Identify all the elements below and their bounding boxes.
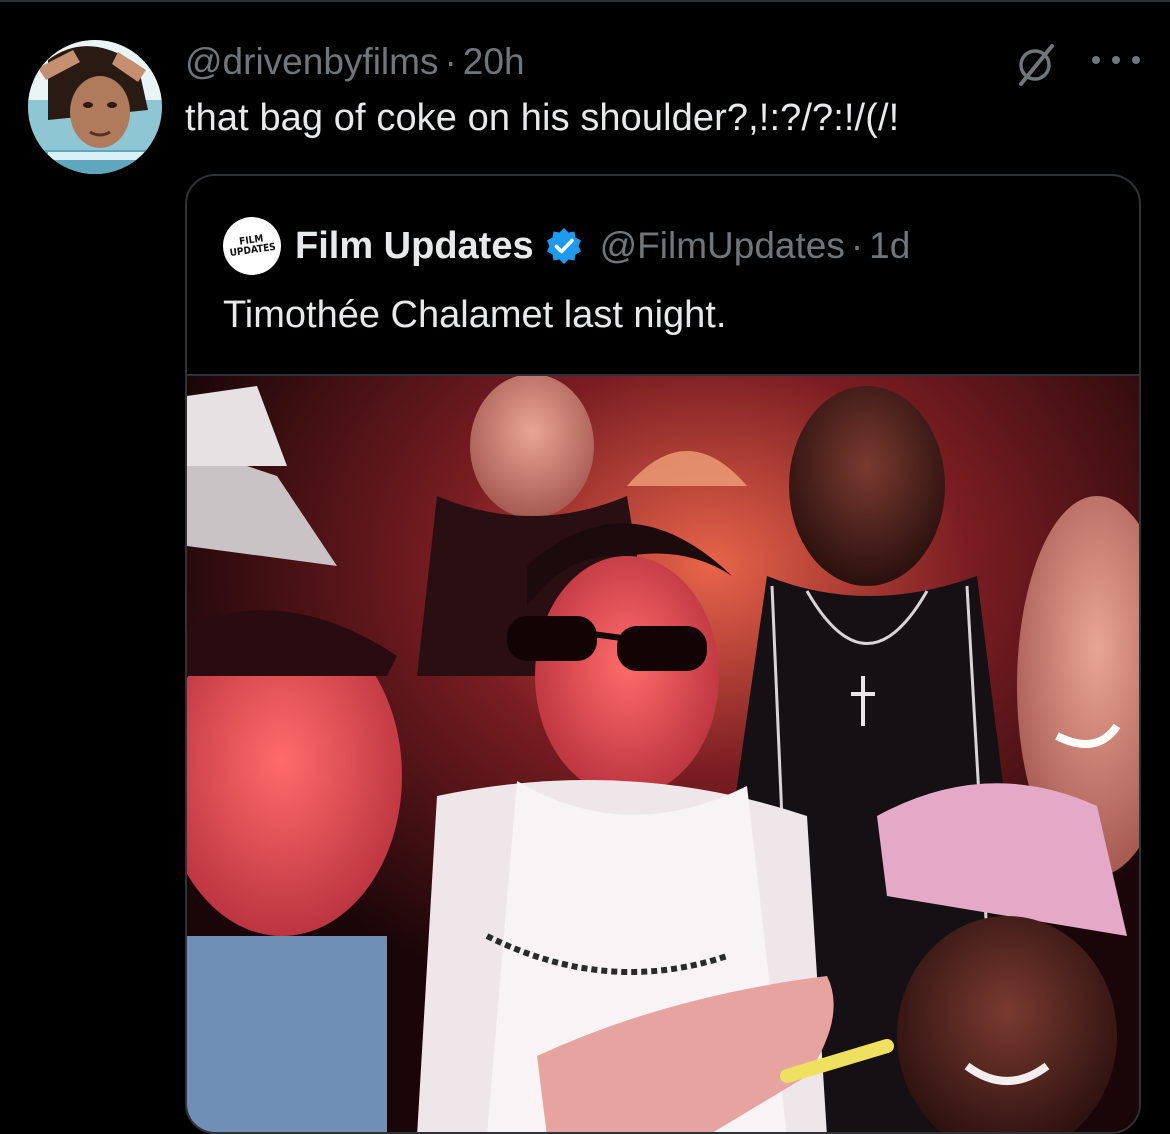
grok-icon[interactable] — [1012, 42, 1058, 88]
avatar-logo-text: FILM UPDATES — [228, 233, 277, 260]
author-handle[interactable]: @drivenbyfilms — [185, 41, 438, 83]
dot — [1112, 56, 1120, 64]
avatar-image — [28, 40, 162, 174]
party-photo — [187, 376, 1139, 1132]
dot — [1092, 56, 1100, 64]
quoted-tweet-text: Timothée Chalamet last night. — [223, 294, 727, 336]
tweet-author-line: @drivenbyfilms · 20h — [185, 40, 525, 84]
dot — [1132, 56, 1140, 64]
separator-dot: · — [444, 41, 457, 82]
quoted-tweet-header: FILM UPDATES Film Updates @FilmUpdates · 1d — [223, 216, 910, 276]
top-divider — [0, 0, 1170, 2]
tweet-timestamp[interactable]: 20h — [463, 41, 525, 83]
quoted-tweet-card[interactable]: FILM UPDATES Film Updates @FilmUpdates · 1d… — [185, 174, 1141, 1134]
verified-badge-icon — [546, 228, 581, 264]
user-avatar[interactable] — [28, 40, 162, 174]
more-options-icon[interactable] — [1092, 40, 1140, 80]
separator-dot: · — [850, 225, 864, 266]
quoted-timestamp[interactable]: 1d — [869, 225, 910, 266]
quoted-author-handle-line: @FilmUpdates · 1d — [600, 225, 911, 267]
quoted-author-avatar[interactable]: FILM UPDATES — [223, 217, 281, 275]
quoted-author-name[interactable]: Film Updates — [295, 225, 534, 268]
quoted-tweet-media[interactable] — [187, 374, 1139, 1132]
tweet-text: that bag of coke on his shoulder?,!:?/?:… — [185, 97, 900, 139]
quoted-author-handle[interactable]: @FilmUpdates — [600, 225, 845, 266]
